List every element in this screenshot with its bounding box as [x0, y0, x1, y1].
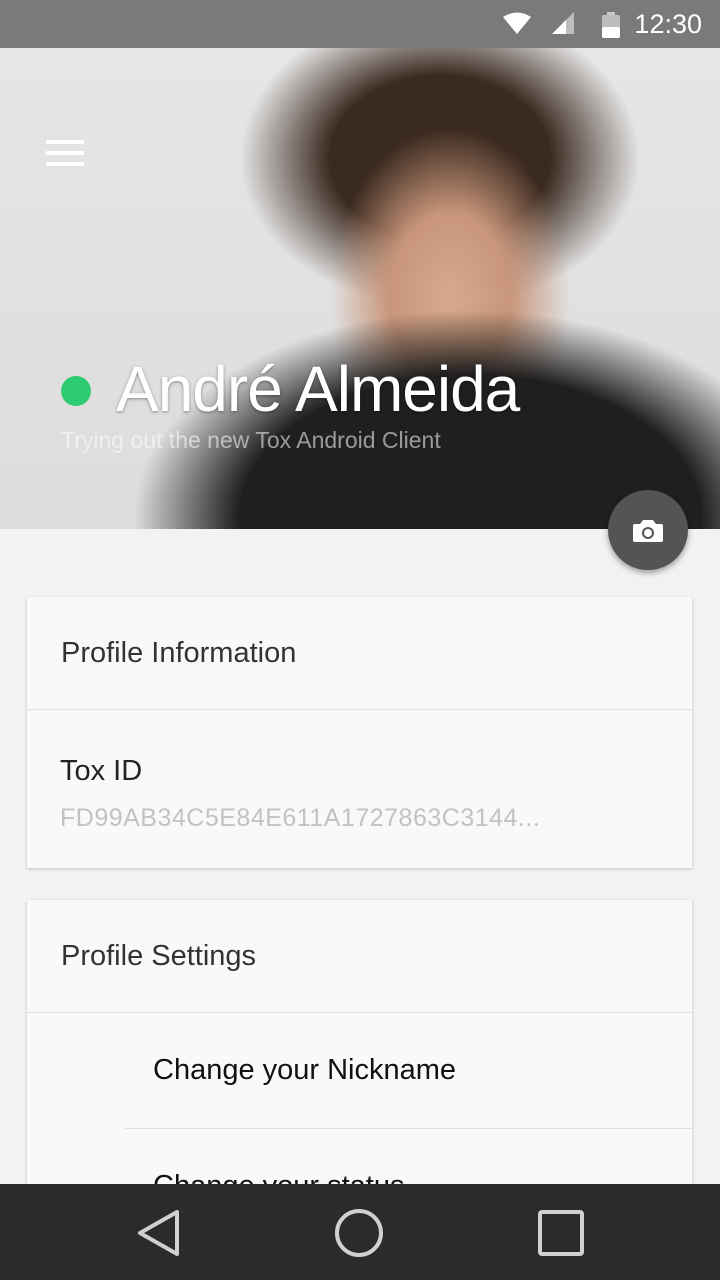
camera-icon: [633, 520, 663, 542]
navigation-bar: [0, 1184, 720, 1280]
signal-icon: [552, 12, 574, 34]
profile-status-message: Trying out the new Tox Android Client: [61, 427, 441, 453]
profile-information-card: Profile Information Tox ID FD99AB34C5E84…: [27, 597, 692, 868]
profile-settings-title: Profile Settings: [27, 900, 692, 1013]
profile-settings-card: Profile Settings Change your Nickname Ch…: [27, 900, 692, 1230]
online-status-indicator: [61, 376, 91, 406]
menu-icon[interactable]: [46, 140, 84, 166]
change-nickname-item[interactable]: Change your Nickname: [125, 1013, 692, 1129]
change-photo-button[interactable]: [608, 490, 688, 570]
recents-icon[interactable]: [536, 1208, 586, 1258]
home-icon[interactable]: [334, 1208, 384, 1258]
status-time: 12:30: [634, 9, 702, 39]
profile-name: André Almeida: [116, 353, 520, 425]
tox-id-value[interactable]: FD99AB34C5E84E611A1727863C3144...: [60, 804, 540, 833]
back-icon[interactable]: [134, 1208, 184, 1258]
tox-id-label: Tox ID: [60, 755, 143, 787]
battery-icon: [602, 12, 620, 38]
profile-header-photo: [0, 48, 720, 529]
profile-information-title: Profile Information: [27, 597, 692, 710]
change-nickname-label: Change your Nickname: [153, 1054, 457, 1086]
wifi-icon: [503, 12, 531, 34]
status-bar: 12:30: [0, 0, 720, 48]
